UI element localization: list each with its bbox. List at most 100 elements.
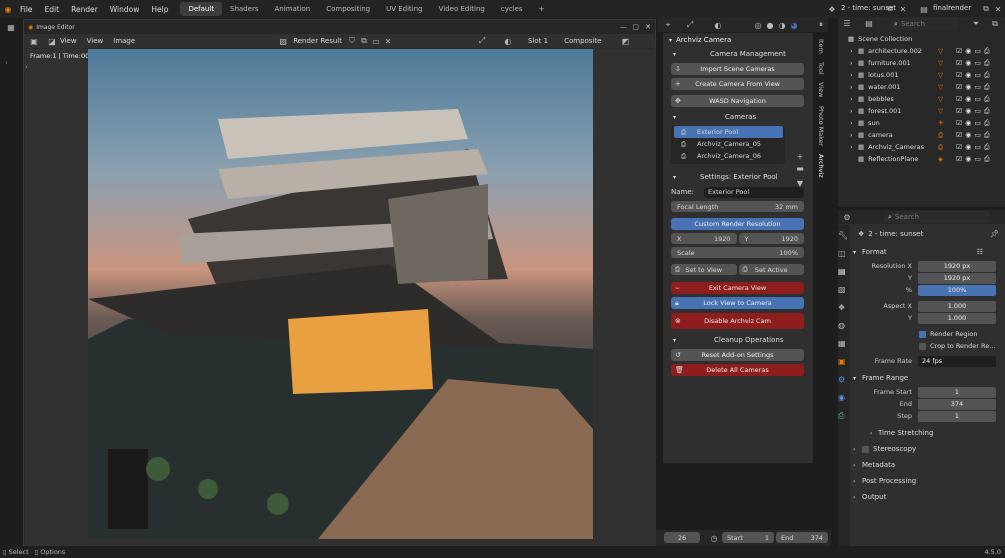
outliner-editor-icon[interactable]: ☰ (841, 18, 853, 30)
render-camera-icon[interactable]: ⎙ (984, 71, 990, 80)
post-processing-section[interactable]: › Post Processing (838, 473, 1005, 489)
viewport-monitor-icon[interactable]: ▭ (974, 143, 981, 152)
render-region-row[interactable]: Render Region (838, 328, 1005, 340)
menu-render[interactable]: Render (65, 5, 104, 14)
solid-shading-icon[interactable]: ● (764, 19, 776, 31)
tab-default[interactable]: Default (180, 2, 223, 16)
list-item[interactable]: ⎙ Archviz_Camera_05 (671, 138, 785, 150)
tab-item[interactable]: Item (817, 39, 825, 54)
viewport-monitor-icon[interactable]: ▭ (974, 59, 981, 68)
wasd-navigation-button[interactable]: ✥ WASD Navigation (671, 95, 804, 107)
data-tab-icon[interactable]: ⎙ (838, 411, 850, 423)
viewport-monitor-icon[interactable]: ▭ (974, 107, 981, 116)
open-image-icon[interactable]: ▭ (370, 35, 382, 47)
move-down-icon[interactable]: ▼ (794, 177, 806, 189)
add-camera-icon[interactable]: + (794, 150, 806, 162)
aspect-y-field[interactable]: 1.000 (918, 312, 996, 324)
expand-icon[interactable]: › (850, 83, 858, 91)
delete-view-layer-icon[interactable]: ✕ (992, 3, 1004, 15)
wireframe-shading-icon[interactable]: ◎ (752, 19, 764, 31)
expand-icon[interactable]: › (850, 59, 858, 67)
viewport-monitor-icon[interactable]: ▭ (974, 131, 981, 140)
archviz-panel-header[interactable]: ▾ Archviz Camera (663, 33, 813, 47)
frame-rate-select[interactable]: 24 fps (918, 355, 996, 367)
exit-camera-view-button[interactable]: ⌣ Exit Camera View (671, 282, 804, 294)
visibility-eye-icon[interactable]: ◉ (965, 47, 971, 56)
set-to-view-button[interactable]: ⎙ Set to View (671, 264, 737, 275)
menu-view-mode[interactable]: View (60, 37, 77, 45)
exclude-checkbox[interactable]: ☑ (956, 47, 962, 56)
gizmo-toggle-icon[interactable]: ⤢ (684, 19, 696, 31)
frame-start-field[interactable]: 1 (918, 386, 996, 398)
frame-step-field[interactable]: 1 (918, 410, 996, 422)
visibility-eye-icon[interactable]: ◉ (965, 155, 971, 164)
format-section[interactable]: ▾ Format ☷ (838, 244, 1005, 260)
maximize-icon[interactable]: ▢ (632, 23, 639, 31)
crop-row[interactable]: Crop to Render Re... (838, 340, 1005, 352)
pass-select[interactable]: Composite (564, 37, 601, 45)
render-camera-icon[interactable]: ⎙ (984, 131, 990, 140)
render-camera-icon[interactable]: ⎙ (984, 95, 990, 104)
render-camera-icon[interactable]: ⎙ (984, 83, 990, 92)
delete-scene-icon[interactable]: ✕ (897, 3, 909, 15)
outliner-row[interactable]: › ▦ lotus.001 ▽ ☑ ◉ ▭ ⎙ (838, 69, 1005, 81)
outliner-search-input[interactable]: ⌕ Search (890, 18, 958, 30)
start-frame-field[interactable]: Start 1 (722, 532, 774, 543)
render-camera-icon[interactable]: ⎙ (984, 107, 990, 116)
visibility-eye-icon[interactable]: ◉ (965, 83, 971, 92)
image-browse-icon[interactable]: ▨ (277, 35, 289, 47)
viewport-monitor-icon[interactable]: ▭ (974, 83, 981, 92)
scene-icon[interactable]: ❖ (826, 3, 838, 15)
expand-icon[interactable]: › (850, 107, 858, 115)
set-active-button[interactable]: ⎙ Set Active (738, 264, 804, 275)
toolbar-toggle-icon[interactable]: › (25, 63, 28, 71)
res-y-field[interactable]: 1920 px (918, 272, 996, 284)
outliner-row[interactable]: ▦ ReflectionPlane ◈ ☑ ◉ ▭ ⎙ (838, 153, 1005, 165)
tab-compositing[interactable]: Compositing (318, 2, 378, 16)
tab-video-editing[interactable]: Video Editing (431, 2, 493, 16)
scene-collection-row[interactable]: ▦ Scene Collection (838, 33, 1005, 45)
visibility-eye-icon[interactable]: ◉ (965, 59, 971, 68)
tab-view[interactable]: View (817, 82, 825, 97)
output-tab-icon[interactable]: ▤ (838, 267, 850, 279)
exclude-checkbox[interactable]: ☑ (956, 83, 962, 92)
custom-render-resolution-toggle[interactable]: Custom Render Resolution (671, 218, 804, 230)
pivot-icon[interactable]: ⌖ (662, 19, 674, 31)
list-item[interactable]: ⎙ Exterior Pool (674, 126, 783, 138)
rendered-shading-icon[interactable]: ◕ (788, 19, 800, 31)
overlay-icon[interactable]: ◐ (502, 35, 514, 47)
import-scene-cameras-button[interactable]: ⇩ Import Scene Cameras (671, 63, 804, 75)
expand-icon[interactable]: › (850, 47, 858, 55)
exclude-checkbox[interactable]: ☑ (956, 143, 962, 152)
display-channels-icon[interactable]: ◩ (619, 35, 631, 47)
render-result-field[interactable]: Render Result (293, 37, 342, 45)
exclude-checkbox[interactable]: ☑ (956, 155, 962, 164)
render-tab-icon[interactable]: ◫ (838, 249, 850, 261)
filter-icon[interactable]: ⏷ (970, 18, 982, 30)
menu-file[interactable]: File (14, 5, 39, 14)
unlink-image-icon[interactable]: ✕ (382, 35, 394, 47)
view-mode-icon[interactable]: ◪ (46, 35, 58, 47)
render-camera-icon[interactable]: ⎙ (984, 59, 990, 68)
aspect-x-field[interactable]: 1.000 (918, 300, 996, 312)
render-camera-icon[interactable]: ⎙ (984, 143, 990, 152)
expand-icon[interactable]: › (850, 131, 858, 139)
exclude-checkbox[interactable]: ☑ (956, 71, 962, 80)
cameras-section[interactable]: ▾ Cameras (663, 110, 813, 124)
slot-select[interactable]: Slot 1 (528, 37, 548, 45)
menu-help[interactable]: Help (145, 5, 174, 14)
visibility-eye-icon[interactable]: ◉ (965, 143, 971, 152)
res-y-field[interactable]: Y 1920 (738, 233, 804, 244)
menu-window[interactable]: Window (104, 5, 146, 14)
outliner-row[interactable]: › ▦ camera ⎙ ☑ ◉ ▭ ⎙ (838, 129, 1005, 141)
stereoscopy-checkbox[interactable] (862, 445, 869, 453)
crop-checkbox[interactable] (919, 342, 926, 350)
list-item[interactable]: ⎙ Archviz_Camera_06 (671, 150, 785, 162)
gizmo-icon[interactable]: ⤢ (476, 35, 488, 47)
res-x-field[interactable]: 1920 px (918, 260, 996, 272)
visibility-eye-icon[interactable]: ◉ (965, 131, 971, 140)
visibility-eye-icon[interactable]: ◉ (965, 119, 971, 128)
viewport-monitor-icon[interactable]: ▭ (974, 71, 981, 80)
lock-view-to-camera-toggle[interactable]: 🔒︎ Lock View to Camera (671, 297, 804, 309)
stereoscopy-section[interactable]: › Stereoscopy (838, 441, 1005, 457)
